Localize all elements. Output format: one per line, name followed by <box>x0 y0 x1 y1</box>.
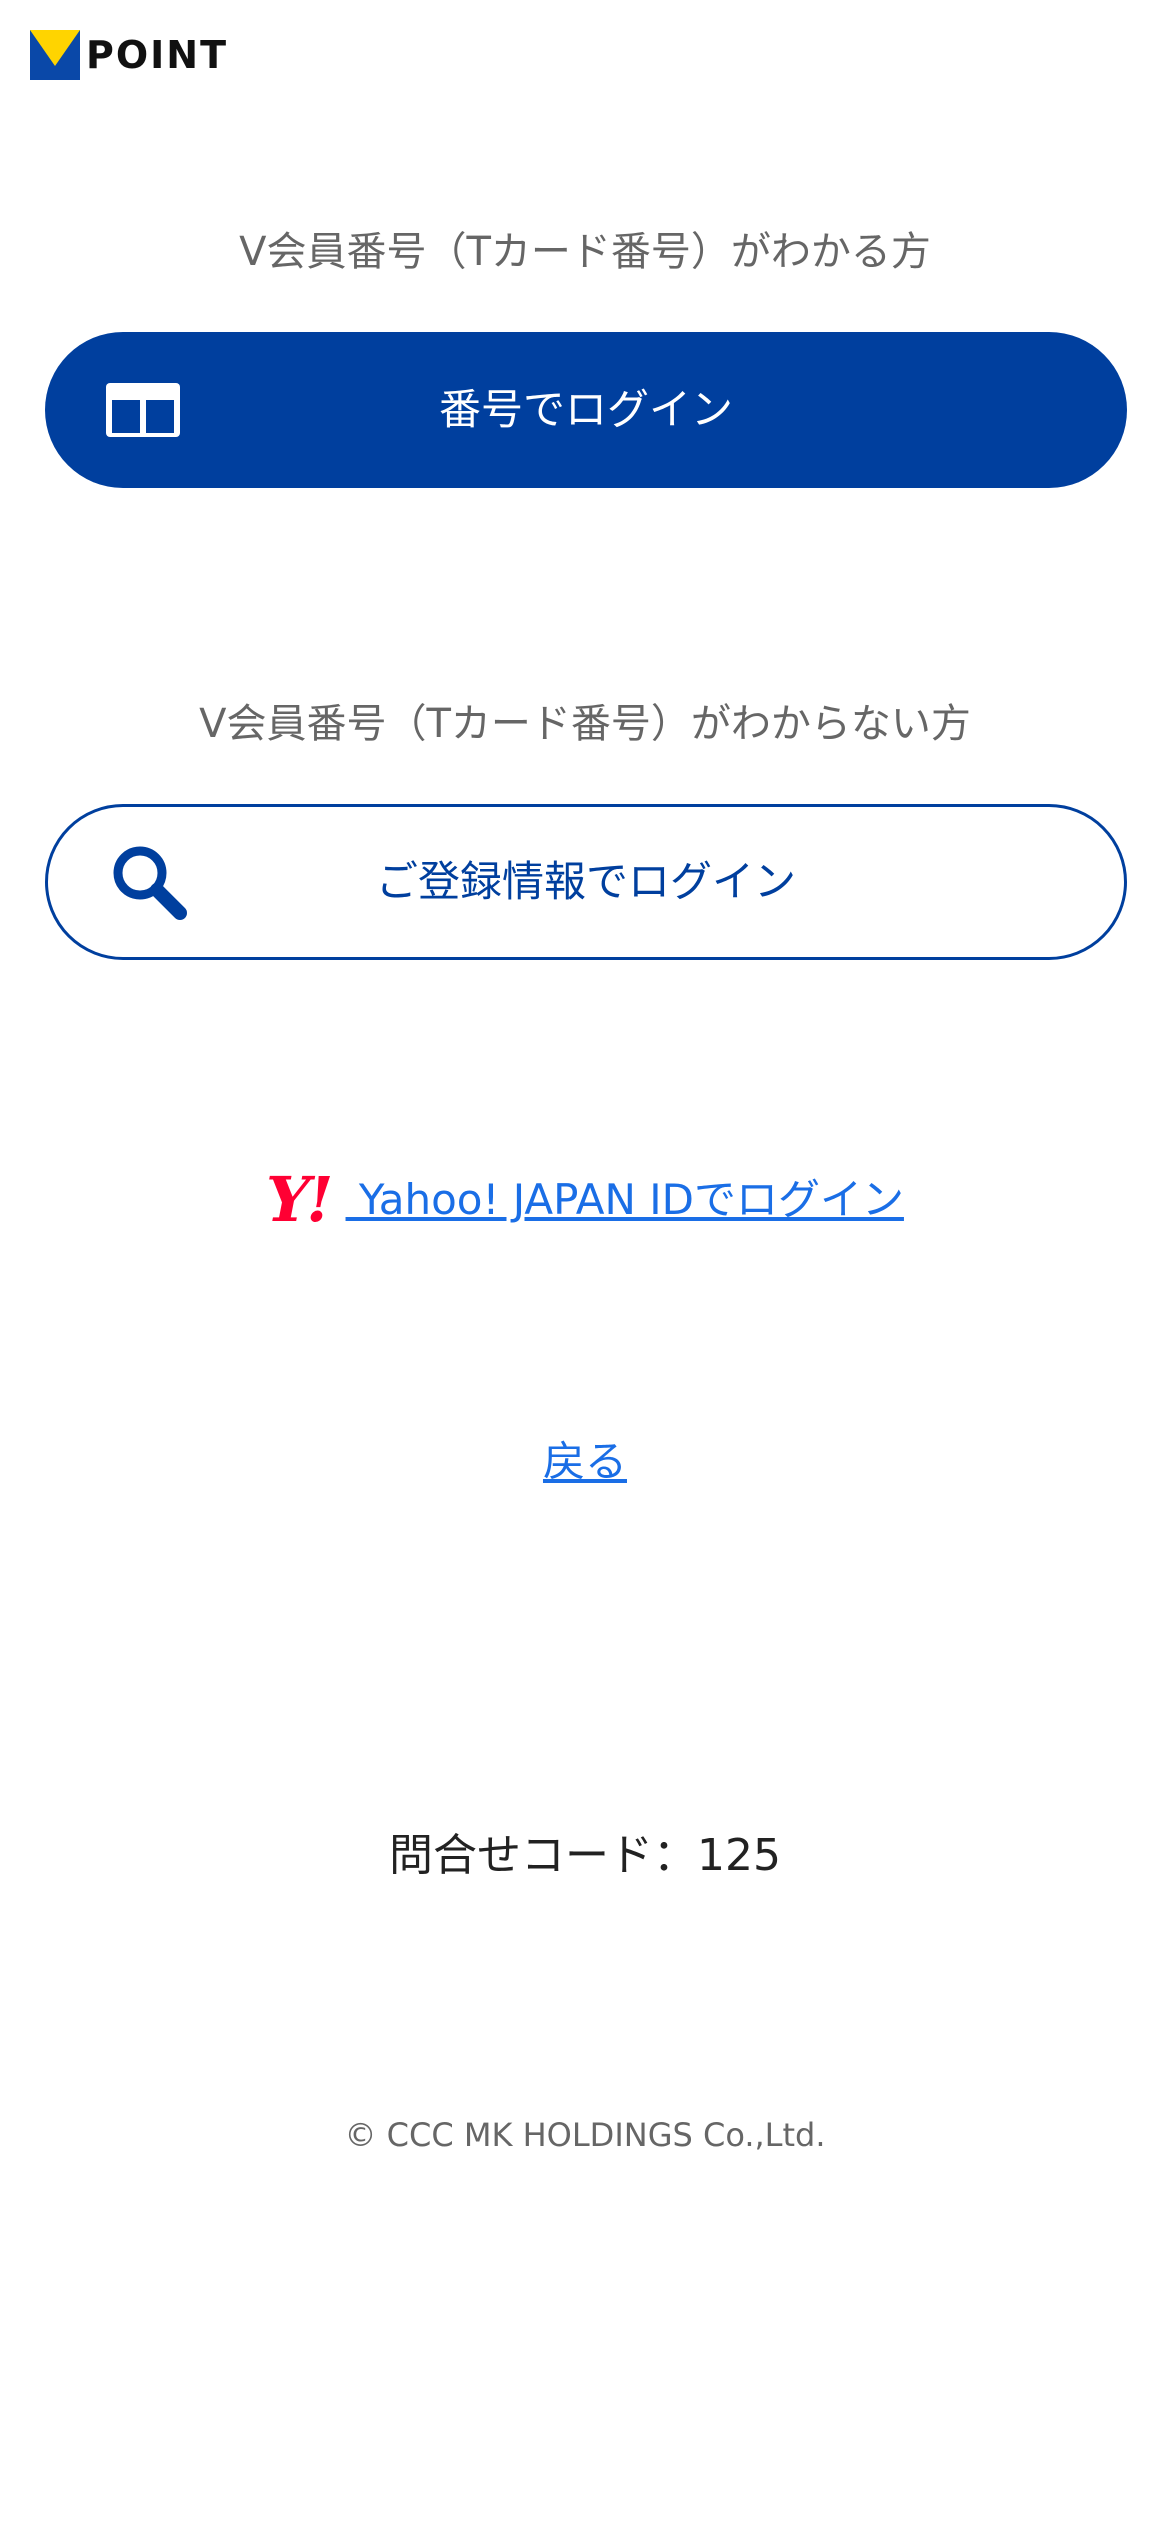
yahoo-login-row[interactable]: Y! Yahoo! JAPAN IDでログイン <box>0 1160 1170 1240</box>
known-number-label: V会員番号（Tカード番号）がわかる方 <box>239 229 931 275</box>
inquiry-code: 問合せコード：125 <box>389 1830 781 1881</box>
number-login-label: 番号でログイン <box>438 385 733 434</box>
yahoo-logo-icon: Y! <box>266 1163 334 1236</box>
back-link-row: 戻る <box>0 1432 1170 1492</box>
logo-text: POINT <box>86 33 229 77</box>
v-logo-icon <box>30 30 80 80</box>
registered-info-login-button[interactable]: ご登録情報でログイン <box>45 804 1127 960</box>
unknown-number-label: V会員番号（Tカード番号）がわからない方 <box>199 701 971 747</box>
site-logo[interactable]: POINT <box>30 30 228 80</box>
card-icon <box>106 383 180 437</box>
registered-info-login-label: ご登録情報でログイン <box>375 857 796 906</box>
number-login-button[interactable]: 番号でログイン <box>45 332 1127 488</box>
search-icon <box>113 846 187 920</box>
back-link[interactable]: 戻る <box>543 1437 627 1486</box>
copyright: © CCC MK HOLDINGS Co.,Ltd. <box>344 2116 826 2154</box>
yahoo-login-link[interactable]: Yahoo! JAPAN IDでログイン <box>346 1170 904 1230</box>
